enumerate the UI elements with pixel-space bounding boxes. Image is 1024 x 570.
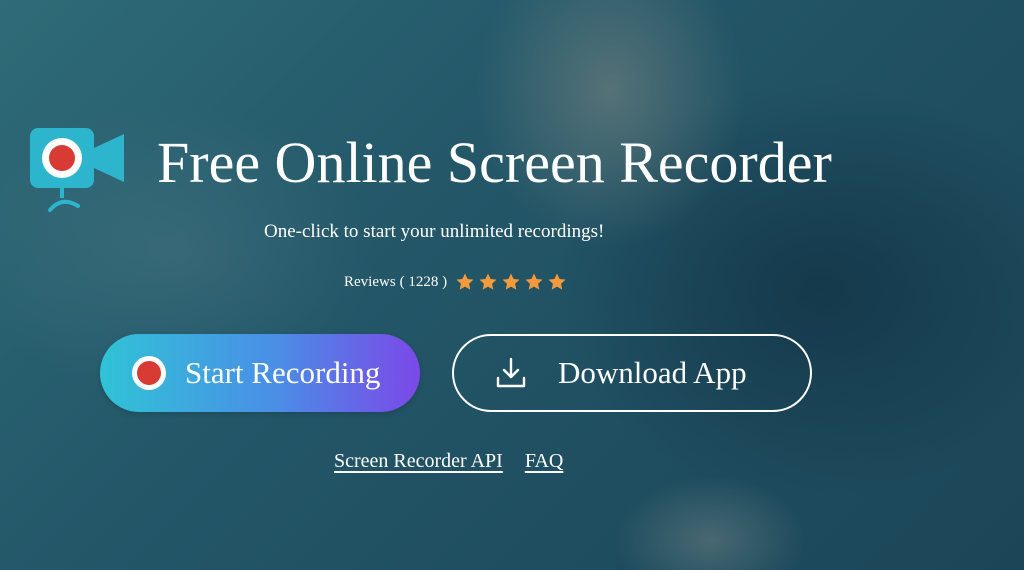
star-rating — [455, 272, 567, 292]
star-icon — [502, 273, 520, 290]
record-icon — [132, 356, 166, 390]
hero-section: Free Online Screen Recorder One-click to… — [0, 0, 1024, 570]
download-app-label: Download App — [558, 355, 747, 390]
download-icon — [496, 357, 526, 388]
video-camera-record-icon — [30, 128, 124, 212]
reviews-count: ( 1228 ) — [399, 274, 448, 290]
start-recording-label: Start Recording — [185, 355, 381, 390]
secondary-links: Screen Recorder API FAQ — [334, 448, 563, 474]
screen-recorder-api-link[interactable]: Screen Recorder API — [334, 448, 503, 474]
star-icon — [479, 273, 497, 290]
reviews-summary: Reviews ( 1228 ) — [344, 272, 567, 292]
star-icon — [525, 273, 543, 290]
page-subtitle: One-click to start your unlimited record… — [264, 221, 605, 242]
start-recording-button[interactable]: Start Recording — [100, 334, 420, 412]
reviews-label: Reviews — [344, 274, 396, 290]
download-app-button[interactable]: Download App — [452, 334, 812, 412]
faq-link[interactable]: FAQ — [525, 448, 564, 474]
star-icon — [548, 273, 566, 290]
page-title: Free Online Screen Recorder — [157, 130, 832, 195]
star-icon — [456, 273, 474, 290]
